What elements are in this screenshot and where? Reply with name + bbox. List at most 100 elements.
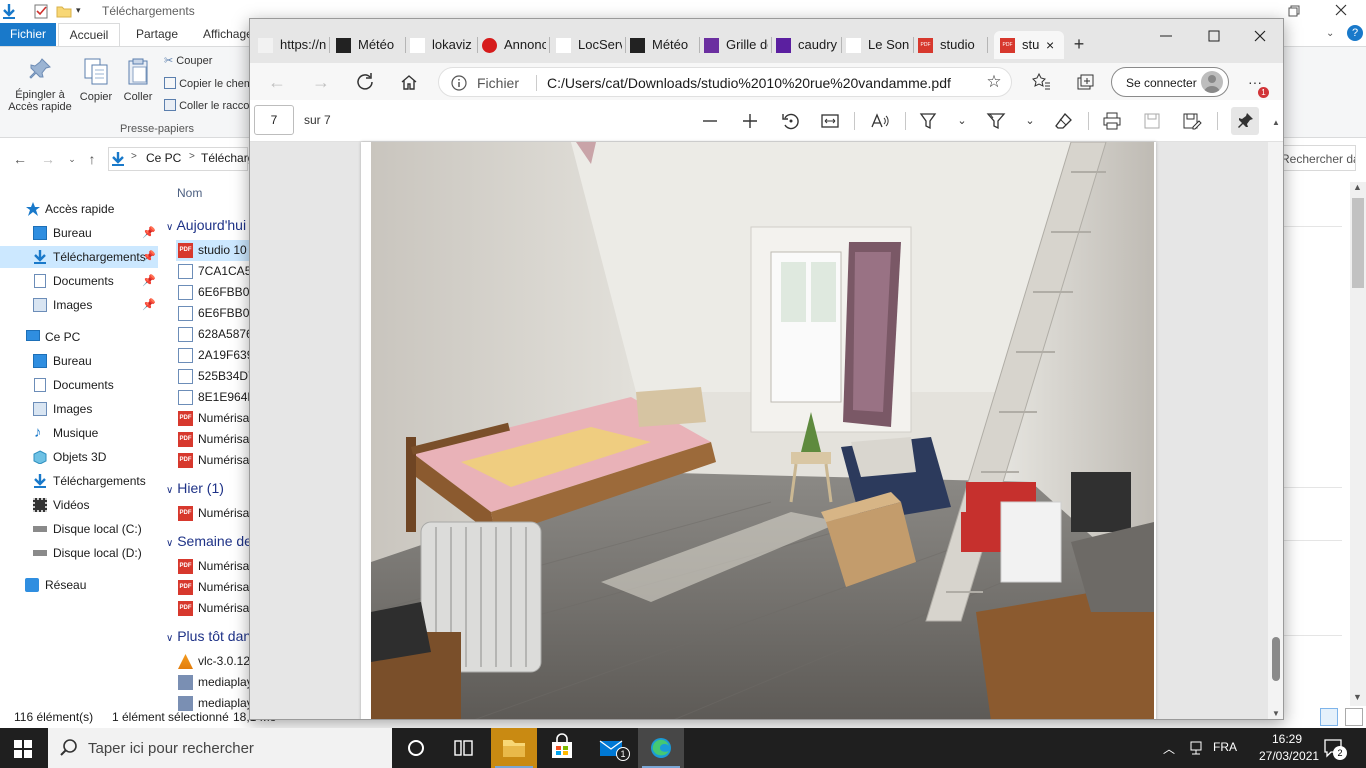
edge-taskbar-icon[interactable] xyxy=(638,728,684,768)
nav-pc-documents[interactable]: Documents xyxy=(0,374,158,396)
start-windows-icon[interactable] xyxy=(14,740,32,758)
browser-tab[interactable]: caudry xyxy=(776,31,838,59)
mail-icon[interactable]: 1 xyxy=(588,728,634,768)
file-row[interactable]: PDF Numérisation xyxy=(176,429,256,450)
nav-pc-telechargements[interactable]: Téléchargements xyxy=(0,470,158,492)
file-row[interactable]: PDF Numérisation xyxy=(176,450,256,471)
nav-pc-disk-c[interactable]: Disque local (C:) xyxy=(0,518,158,540)
browser-tab[interactable]: PDF studio xyxy=(918,31,984,59)
file-row[interactable]: PDF Numérisation xyxy=(176,408,256,429)
highlight-options-chevron-icon[interactable]: ⌄ xyxy=(1019,110,1041,132)
browser-tab[interactable]: https://ntp.msn.com xyxy=(258,31,326,59)
language-indicator[interactable]: FRA xyxy=(1213,740,1237,768)
file-row[interactable]: 2A19F639 xyxy=(176,345,256,366)
file-row[interactable]: 8E1E964B xyxy=(176,387,256,408)
home-icon[interactable] xyxy=(398,71,420,93)
explorer-scrollbar[interactable]: ▲ ▼ xyxy=(1350,182,1366,706)
file-row[interactable]: 6E6FBB0B xyxy=(176,303,256,324)
nav-this-pc[interactable]: Ce PC xyxy=(0,326,158,348)
rotate-icon[interactable] xyxy=(779,110,801,132)
expand-ribbon-chevron-icon[interactable]: ⌄ xyxy=(1326,28,1334,39)
scroll-down-arrow-icon[interactable]: ▼ xyxy=(1353,692,1362,702)
zoom-out-icon[interactable] xyxy=(699,110,721,132)
nav-pc-musique[interactable]: ♪ Musique xyxy=(0,422,158,444)
file-row[interactable]: PDF Numérisation xyxy=(176,598,256,619)
forward-icon[interactable]: → xyxy=(310,71,332,93)
browser-tab[interactable]: LocService xyxy=(556,31,622,59)
browser-tab[interactable]: lokaviz xyxy=(410,31,474,59)
close-icon[interactable] xyxy=(1331,2,1351,20)
page-number-input[interactable]: 7 xyxy=(254,105,294,135)
save-icon[interactable] xyxy=(1141,110,1163,132)
file-explorer-taskbar-icon[interactable] xyxy=(491,728,537,768)
minimize-icon[interactable] xyxy=(1157,27,1175,45)
zoom-in-icon[interactable] xyxy=(739,110,761,132)
nav-qa-telechargements[interactable]: Téléchargements 📌 xyxy=(0,246,158,268)
restore-icon[interactable] xyxy=(1284,2,1304,20)
address-bar[interactable]: Fichier C:/Users/cat/Downloads/studio%20… xyxy=(438,67,1012,97)
nav-pc-videos[interactable]: Vidéos xyxy=(0,494,158,516)
pin-toolbar-icon[interactable] xyxy=(1231,107,1259,135)
close-tab-icon[interactable]: × xyxy=(1046,31,1054,59)
up-arrow-icon[interactable]: ↑ xyxy=(84,151,100,167)
nav-pc-objets3d[interactable]: Objets 3D xyxy=(0,446,158,468)
fit-page-icon[interactable] xyxy=(819,110,841,132)
nav-network[interactable]: Réseau xyxy=(0,574,158,596)
cut-button[interactable]: ✂ Couper xyxy=(164,53,212,69)
save-as-icon[interactable] xyxy=(1181,110,1203,132)
nav-qa-bureau[interactable]: Bureau 📌 xyxy=(0,222,158,244)
download-arrow-icon[interactable] xyxy=(2,3,16,19)
new-folder-icon[interactable] xyxy=(56,3,72,19)
draw-options-chevron-icon[interactable]: ⌄ xyxy=(951,110,973,132)
browser-tab[interactable]: Annonces xyxy=(482,31,546,59)
collections-icon[interactable] xyxy=(1074,71,1096,93)
recent-locations-chevron-icon[interactable]: ⌄ xyxy=(64,151,80,167)
large-icons-view-icon[interactable] xyxy=(1345,708,1363,726)
file-row[interactable]: PDF Numérisation xyxy=(176,503,256,524)
browser-tab[interactable]: Météo xyxy=(630,31,696,59)
url-text[interactable]: C:/Users/cat/Downloads/studio%2010%20rue… xyxy=(547,75,951,91)
nav-pc-disk-d[interactable]: Disque local (D:) xyxy=(0,542,158,564)
network-tray-icon[interactable] xyxy=(1189,740,1203,768)
back-icon[interactable]: ← xyxy=(266,71,288,93)
window-close-icon[interactable] xyxy=(1251,27,1269,45)
copy-button[interactable]: Copier xyxy=(76,57,116,103)
properties-icon[interactable] xyxy=(33,3,49,19)
tab-accueil[interactable]: Accueil xyxy=(58,23,120,46)
paste-button[interactable]: Coller xyxy=(118,57,158,103)
scroll-up-arrow-icon[interactable]: ▲ xyxy=(1353,182,1362,192)
action-center-icon[interactable]: 2 xyxy=(1323,738,1347,768)
nav-pc-bureau[interactable]: Bureau xyxy=(0,350,158,372)
favorite-star-icon[interactable]: ☆ xyxy=(983,71,1005,93)
read-aloud-icon[interactable] xyxy=(868,110,890,132)
cortana-icon[interactable] xyxy=(393,728,439,768)
nav-pc-images[interactable]: Images xyxy=(0,398,158,420)
customize-quick-access-icon[interactable]: ▾ xyxy=(76,5,81,21)
file-row[interactable]: mediaplayer xyxy=(176,672,256,693)
nav-quick-access[interactable]: Accès rapide xyxy=(0,198,158,220)
info-icon[interactable] xyxy=(451,75,467,91)
clock[interactable]: 16:29 27/03/2021 xyxy=(1259,732,1319,768)
draw-icon[interactable] xyxy=(917,110,939,132)
address-bar[interactable]: > Ce PC > Téléchargements xyxy=(108,147,294,171)
browser-tab[interactable]: Météo xyxy=(336,31,402,59)
details-view-icon[interactable] xyxy=(1320,708,1338,726)
file-row[interactable]: 628A5876 xyxy=(176,324,256,345)
pdf-scrollbar-thumb[interactable] xyxy=(1272,637,1280,681)
browser-tab[interactable]: Grille de xyxy=(704,31,768,59)
breadcrumb-ce-pc[interactable]: Ce PC xyxy=(146,151,181,165)
file-row[interactable]: PDF Numérisation xyxy=(176,577,256,598)
taskbar-search-input[interactable]: Taper ici pour rechercher xyxy=(48,728,392,768)
maximize-icon[interactable] xyxy=(1205,27,1223,45)
file-row[interactable]: 6E6FBB0B xyxy=(176,282,256,303)
print-icon[interactable] xyxy=(1101,110,1123,132)
nav-qa-images[interactable]: Images 📌 xyxy=(0,294,158,316)
help-icon[interactable]: ? xyxy=(1347,25,1363,41)
file-row[interactable]: 7CA1CA5 xyxy=(176,261,256,282)
pdf-scrollbar[interactable]: ▲ ▼ xyxy=(1268,118,1283,719)
show-hidden-icons-chevron-icon[interactable]: ︿ xyxy=(1163,740,1175,768)
file-row[interactable]: 525B34D7 xyxy=(176,366,256,387)
pin-to-quick-access-button[interactable]: Épingler à Accès rapide xyxy=(6,57,74,113)
store-icon[interactable] xyxy=(539,728,585,768)
scroll-down-arrow-icon[interactable]: ▼ xyxy=(1272,709,1280,718)
